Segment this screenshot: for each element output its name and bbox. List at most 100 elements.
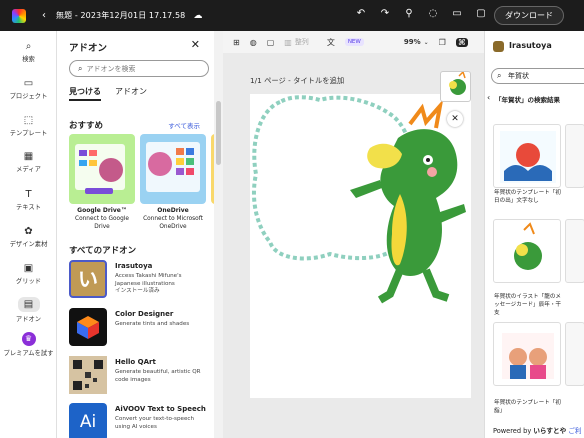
result-image (514, 222, 542, 270)
close-icon[interactable]: ✕ (191, 38, 200, 51)
rail-label: デザイン素材 (9, 241, 48, 248)
addon-aivoov[interactable]: Ai AiVOOV Text to Speech Convert your te… (69, 403, 209, 438)
grid-icon: ▣ (23, 263, 34, 274)
rail-item-media[interactable]: ▦ メディア (0, 151, 57, 173)
resize-icon[interactable]: ⊞ (233, 38, 240, 47)
adobe-express-logo[interactable] (12, 8, 26, 23)
text-icon: T (25, 189, 32, 200)
addon-irasutoya[interactable]: い Irasutoya Access Takashi Mifune's Japa… (69, 260, 209, 300)
zoom-level[interactable]: 99% (404, 38, 421, 46)
frame-icon[interactable]: ▢ (267, 38, 275, 47)
pages-icon[interactable]: ❐ (439, 38, 446, 47)
rail-item-design-assets[interactable]: ✿ デザイン素材 (0, 226, 57, 248)
rail-item-search[interactable]: ⌕ 検索 (0, 41, 57, 63)
chat-icon[interactable]: ▭ (450, 8, 464, 19)
onedrive-card-text: OneDrive Connect to Microsoft OneDrive (139, 207, 207, 231)
rail-label: 検索 (22, 56, 35, 63)
card-name: OneDrive (157, 207, 189, 214)
addon-desc: Convert your text-to-speech using AI voi… (115, 416, 195, 430)
addon-desc-text: Access Takashi Mifune's Japanese illustr… (115, 273, 182, 287)
search-value: 年賀状 (508, 72, 529, 80)
result-item-partial[interactable] (565, 219, 584, 283)
result-caption: 年賀状のテンプレート「初日の出」文字なし (494, 190, 561, 204)
onedrive-card[interactable] (140, 134, 206, 204)
lightbulb-icon[interactable]: ◌ (426, 8, 440, 19)
result-image (502, 333, 554, 379)
rail-label: メディア (16, 166, 41, 173)
addon-search-input[interactable]: ⌕ アドオンを検索 (69, 60, 209, 77)
addon-name: Color Designer (115, 310, 174, 318)
addon-desc: Generate beautiful, artistic QR code ima… (115, 369, 201, 383)
tab-discover[interactable]: 見つける (69, 86, 101, 101)
top-bar: ‹ 無題 - 2023年12月01日 17.17.58 ☁ ↶ ↷ ⚲ ◌ ▭ … (0, 0, 584, 31)
rail-label: アドオン (15, 316, 42, 323)
rail-item-projects[interactable]: ▭ プロジェクト (0, 78, 57, 100)
page-label[interactable]: 1/1 ページ - タイトルを追加 (250, 76, 344, 86)
back-arrow-icon[interactable]: ‹ (42, 10, 46, 21)
document-title[interactable]: 無題 - 2023年12月01日 17.17.58 (56, 10, 185, 21)
layout-icon[interactable]: ▥ (284, 38, 292, 47)
irasutoya-search-input[interactable]: ⌕ 年賀状 (491, 68, 584, 84)
terms-link[interactable]: ご利 (568, 427, 581, 435)
result-item-partial[interactable] (565, 124, 584, 188)
search-icon: ⌕ (78, 63, 83, 73)
qr-code-icon (69, 356, 107, 394)
addon-color-designer[interactable]: Color Designer Generate tints and shades (69, 308, 209, 348)
addons-icon: ▤ (17, 297, 40, 312)
template-icon: ⬚ (23, 115, 34, 126)
cube-icon (77, 316, 99, 339)
design-page[interactable] (250, 94, 471, 398)
close-overlay-icon[interactable]: ✕ (447, 111, 463, 127)
back-icon[interactable]: ‹ (487, 93, 490, 102)
folder-icon: ▭ (23, 78, 34, 89)
addons-toolbar-icon[interactable]: ⌘ (455, 37, 468, 47)
top-toolbar-icons: ↶ ↷ ⚲ ◌ ▭ ▢ (354, 8, 488, 19)
see-all-link[interactable]: すべて表示 (168, 120, 200, 130)
result-item-partial[interactable] (565, 322, 584, 386)
rail-label: テンプレート (9, 130, 48, 137)
addon-hello-qart[interactable]: Hello QArt Generate beautiful, artistic … (69, 356, 209, 396)
rail-item-templates[interactable]: ⬚ テンプレート (0, 115, 57, 137)
addons-panel: アドオン ✕ ⌕ アドオンを検索 見つける アドオン おすすめ すべて表示 Go… (57, 31, 214, 438)
undo-icon[interactable]: ↶ (354, 8, 368, 19)
chevron-down-icon[interactable]: ⌄ (424, 39, 429, 46)
page-thumbnail-art (449, 70, 466, 95)
redo-icon[interactable]: ↷ (378, 8, 392, 19)
panel-scrollbar[interactable] (214, 31, 223, 438)
rail-item-text[interactable]: T テキスト (0, 189, 57, 211)
irasutoya-logo: い (69, 260, 107, 298)
irasutoya-panel-logo (493, 41, 504, 52)
shapes-icon: ✿ (24, 226, 33, 237)
rail-label: グリッド (15, 278, 42, 285)
color-icon[interactable]: ◍ (250, 38, 257, 47)
comment-icon[interactable]: ▢ (474, 8, 488, 19)
google-drive-card[interactable] (69, 134, 135, 204)
addon-name: AiVOOV Text to Speech (115, 405, 206, 413)
rail-item-grid[interactable]: ▣ グリッド (0, 263, 57, 285)
search-results-heading: 「年賀状」の検索結果 (495, 96, 560, 104)
result-caption: 年賀状のイラスト「龍のメッセージカード」辰年・干支 (494, 294, 562, 316)
rail-item-premium[interactable]: ♛ プレミアムを試す (0, 332, 57, 357)
translate-icon[interactable]: 文 (327, 37, 335, 48)
scrollbar-thumb[interactable] (216, 101, 221, 165)
result-item[interactable] (493, 322, 561, 386)
add-user-icon[interactable]: ⚲ (402, 8, 416, 19)
irasutoya-panel: Irasutoya ⌕ 年賀状 ‹ 「年賀状」の検索結果 年賀状のテンプレート「… (484, 31, 584, 438)
powered-by-label: Powered by (493, 427, 532, 435)
layout-label[interactable]: 整列 (295, 37, 309, 47)
tab-addons[interactable]: アドオン (115, 86, 147, 101)
page-thumbnail[interactable] (440, 70, 471, 102)
aivoov-logo: Ai (69, 403, 107, 438)
result-image (500, 131, 556, 183)
rail-item-addons[interactable]: ▤ アドオン (0, 297, 57, 323)
result-item[interactable] (493, 124, 561, 188)
rail-label: プロジェクト (9, 93, 48, 100)
search-icon: ⌕ (25, 41, 32, 52)
result-item[interactable] (493, 219, 561, 283)
addon-name: Irasutoya (115, 262, 153, 270)
download-button[interactable]: ダウンロード (494, 6, 564, 25)
left-rail: ⌕ 検索 ▭ プロジェクト ⬚ テンプレート ▦ メディア T テキスト ✿ デザイン素材 … (0, 31, 57, 438)
result-caption: 年賀状のテンプレート「初詣」 (494, 400, 561, 414)
media-icon: ▦ (23, 151, 34, 162)
panel-title: アドオン (69, 43, 108, 54)
